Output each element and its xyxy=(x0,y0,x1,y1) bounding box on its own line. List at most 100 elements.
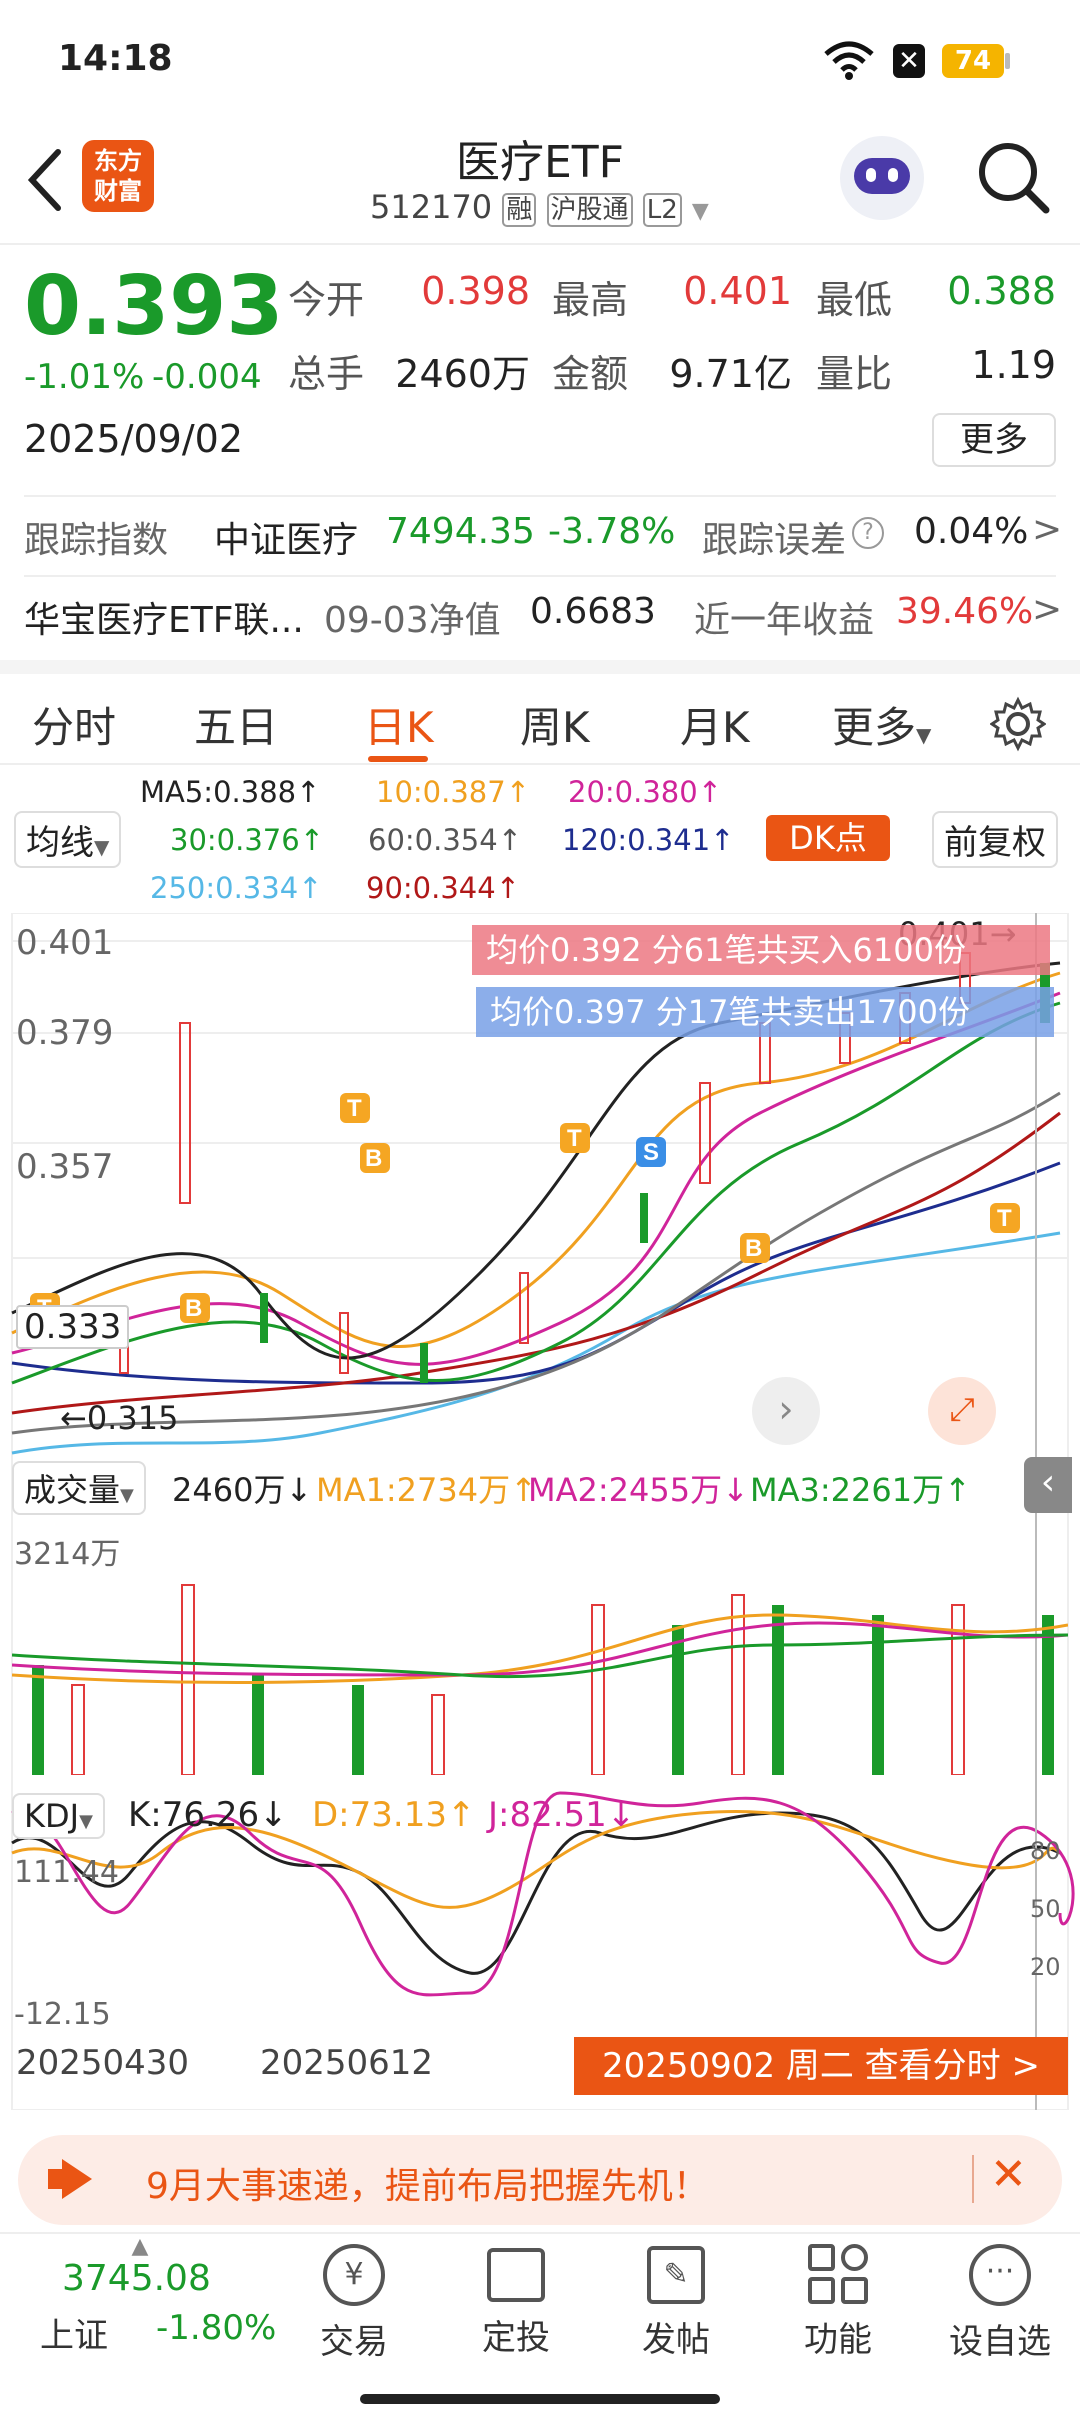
svg-text:T: T xyxy=(997,1205,1012,1232)
close-icon[interactable]: ✕ xyxy=(990,2149,1027,2200)
ma5-label: MA5:0.388↑ xyxy=(140,775,321,809)
chevron-down-icon: ▼ xyxy=(94,835,110,859)
robot-avatar-icon[interactable] xyxy=(840,136,924,220)
amount-value: 9.71亿 xyxy=(669,352,792,396)
tab-monthly-k[interactable]: 月K xyxy=(680,694,750,755)
low-price-value: 0.315 xyxy=(86,1399,179,1437)
status-bar: 14:18 ✕ 74 xyxy=(0,0,1080,120)
linked-fund[interactable]: 华宝医疗ETF联... xyxy=(24,591,304,643)
chevron-down-icon: ▼ xyxy=(916,723,932,747)
volume-value: 2460万 xyxy=(395,352,530,396)
kdj-20-label: 20 xyxy=(1030,1953,1061,1981)
fullscreen-icon[interactable]: ⤢ xyxy=(928,1377,996,1445)
next-arrow-icon[interactable]: › xyxy=(752,1377,820,1445)
ma10-label: 10:0.387↑ xyxy=(376,775,530,809)
period-tabs: 分时 五日 日K 周K 月K 更多▼ xyxy=(0,660,1080,765)
index-value[interactable]: 3745.08 xyxy=(62,2258,211,2299)
kdj-80-label: 80 xyxy=(1030,1837,1061,1865)
tab-weekly-k[interactable]: 周K xyxy=(520,694,590,755)
active-tab-indicator xyxy=(368,756,428,762)
ma-selector[interactable]: 均线▼ xyxy=(14,811,122,868)
track-change: -3.78% xyxy=(548,511,676,552)
wifi-icon xyxy=(824,41,874,80)
volume-bars-svg xyxy=(12,1584,1068,1775)
kdj-j: J:82.51↓ xyxy=(488,1795,636,1835)
volume-ma2: MA2:2455万↓ xyxy=(528,1471,749,1509)
search-icon[interactable] xyxy=(976,138,1052,218)
ma30-label: 30:0.376↑ xyxy=(170,823,324,857)
annual-label: 近一年收益 xyxy=(694,600,875,641)
nav-invest-plan[interactable]: 定投 xyxy=(446,2234,586,2359)
event-banner[interactable]: 9月大事速递，提前布局把握先机！ ✕ xyxy=(18,2135,1062,2225)
nav-value: 0.6683 xyxy=(530,591,656,632)
chart-icon xyxy=(487,2248,545,2302)
home-indicator xyxy=(360,2394,720,2404)
chevron-down-icon[interactable]: ▼ xyxy=(692,199,709,224)
edit-icon: ✎ xyxy=(647,2246,705,2304)
svg-text:S: S xyxy=(643,1139,659,1166)
date-axis-mid: 20250612 xyxy=(260,2043,434,2083)
tag-connect: 沪股通 xyxy=(546,193,633,227)
divider xyxy=(24,575,1056,577)
open-label: 今开 xyxy=(288,278,365,322)
nav-trade[interactable]: ¥ 交易 xyxy=(284,2234,424,2363)
settings-gear-icon[interactable] xyxy=(990,696,1046,752)
nav-add-watchlist[interactable]: ··· 设自选 xyxy=(930,2234,1070,2363)
collapse-panel-icon[interactable]: ‹ xyxy=(1024,1457,1072,1513)
index-change: -1.80% xyxy=(156,2308,277,2348)
low-label: 最低 xyxy=(816,278,893,322)
ma-selector-label: 均线 xyxy=(26,823,94,863)
battery-tip xyxy=(1005,53,1010,69)
nav-post[interactable]: ✎ 发帖 xyxy=(606,2234,746,2361)
chevron-right-icon[interactable]: > xyxy=(1032,509,1062,550)
volume-ma3: MA3:2261万↑ xyxy=(750,1471,971,1509)
volume-ma1: MA1:2734万↑ xyxy=(316,1471,537,1509)
adjust-button[interactable]: 前复权 xyxy=(932,811,1058,868)
tag-margin: 融 xyxy=(502,193,537,227)
price-axis-top: 0.401 xyxy=(16,923,114,963)
date-axis-left: 20250430 xyxy=(16,2043,190,2083)
more-dots-icon: ··· xyxy=(969,2244,1031,2306)
dk-point-button[interactable]: DK点 xyxy=(766,815,890,861)
battery-icon: 74 xyxy=(942,44,1004,78)
tag-level: L2 xyxy=(642,193,682,227)
amount-label: 金额 xyxy=(552,352,629,396)
kline-svg[interactable]: T B T B T S T B xyxy=(0,913,1080,2110)
high-label: 最高 xyxy=(552,278,629,322)
ma20-line xyxy=(11,991,1061,1366)
kdj-axis-top: 111.44 xyxy=(14,1855,119,1890)
nav-functions[interactable]: 功能 xyxy=(768,2234,908,2361)
high-value: 0.401 xyxy=(683,269,792,313)
more-button[interactable]: 更多 xyxy=(932,413,1056,467)
tab-daily-k[interactable]: 日K xyxy=(364,694,434,755)
help-icon[interactable]: ? xyxy=(852,517,884,549)
index-name: 上证 xyxy=(40,2316,108,2356)
change-pct: -1.01% xyxy=(24,357,145,397)
open-value: 0.398 xyxy=(421,269,530,313)
track-index[interactable]: 中证医疗 xyxy=(214,511,358,563)
tab-intraday[interactable]: 分时 xyxy=(32,694,116,755)
ma120-line xyxy=(11,1161,1061,1385)
ma90-line xyxy=(11,1111,1061,1415)
kdj-selector-label: KDJ xyxy=(24,1797,80,1835)
nav-label: 09-03净值 xyxy=(324,600,501,641)
kdj-d: D:73.13↑ xyxy=(312,1795,476,1835)
bottom-nav: ▲ 3745.08 上证 -1.80% ¥ 交易 定投 ✎ 发帖 功能 ··· … xyxy=(0,2232,1080,2412)
ratio-label: 量比 xyxy=(816,352,893,396)
volume-current: 2460万↓ xyxy=(172,1471,313,1509)
view-intraday-button[interactable]: 20250902 周二 查看分时 > xyxy=(574,2037,1068,2095)
annual-value: 39.46% xyxy=(896,591,1034,632)
nav-post-label: 发帖 xyxy=(642,2320,710,2360)
volume-selector[interactable]: 成交量▼ xyxy=(12,1461,146,1515)
ma250-label: 250:0.334↑ xyxy=(150,871,323,905)
kdj-axis-bottom: -12.15 xyxy=(14,1997,111,2032)
kdj-50-label: 50 xyxy=(1030,1895,1061,1923)
kdj-selector[interactable]: KDJ▼ xyxy=(12,1793,105,1839)
svg-text:B: B xyxy=(365,1145,382,1172)
tab-more[interactable]: 更多▼ xyxy=(832,694,931,755)
low-price-mark: ←0.315 xyxy=(60,1399,179,1437)
chevron-right-icon[interactable]: > xyxy=(1032,589,1062,630)
tab-more-label: 更多 xyxy=(832,703,917,752)
tab-five-day[interactable]: 五日 xyxy=(194,694,278,755)
chevron-down-icon: ▼ xyxy=(79,1811,93,1832)
